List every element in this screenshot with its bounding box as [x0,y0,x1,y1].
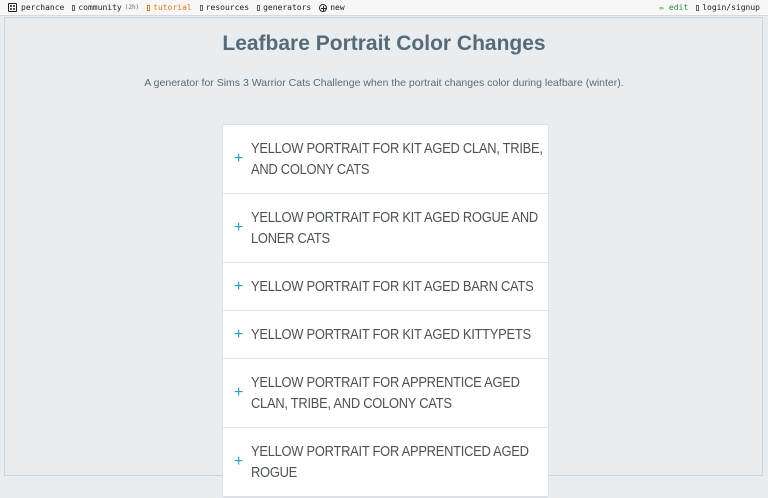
accordion-item[interactable]: + Yellow Portrait for Kit aged Kittypets [223,311,548,359]
nav-perchance[interactable]: perchance [8,3,64,12]
nav-generators[interactable]: generators [257,3,311,12]
nav-community-label: community [78,3,122,12]
nav-resources-label: resources [205,3,250,12]
generators-icon [257,4,261,11]
nav-edit[interactable]: ✏ edit [659,3,688,12]
nav-new[interactable]: new [319,3,345,12]
dice-icon [8,3,17,12]
top-nav-bar: perchance community (2h) tutorial resour… [0,0,768,16]
nav-tutorial-label: tutorial [153,3,192,12]
nav-tutorial[interactable]: tutorial [147,3,192,12]
accordion-item-label: Yellow Portrait for Kit aged Clan, Tribe… [251,140,543,178]
nav-community[interactable]: community (2h) [72,3,139,12]
accordion-item[interactable]: + Yellow Portrait for Apprenticed aged R… [223,428,548,497]
nav-login[interactable]: login/signup [696,3,760,12]
accordion-item-label: Yellow Portrait for Kit aged Barn Cats [251,278,534,295]
page-title: Leafbare Portrait Color Changes [222,32,546,55]
accordion-item[interactable]: + Yellow Portrait for Apprentice aged Cl… [223,359,548,428]
accordion-item[interactable]: + Yellow Portrait for Kit aged Barn Cats [223,263,548,311]
expand-plus-icon: + [234,384,244,401]
accordion-list: + Yellow Portrait for Kit aged Clan, Tri… [222,124,549,498]
expand-plus-icon: + [234,150,244,167]
accordion-item-label: Yellow Portrait for Apprentice aged Clan… [251,374,520,412]
community-count: (2h) [124,4,140,11]
expand-plus-icon: + [234,325,244,343]
add-circle-icon [319,3,328,12]
accordion-item-label: Yellow Portrait for Apprenticed aged Rog… [251,443,529,481]
expand-plus-icon: + [234,219,244,236]
accordion-item[interactable]: + Yellow Portrait for Kit aged Rogue and… [223,194,548,263]
accordion-item[interactable]: + Yellow Portrait for Kit aged Clan, Tri… [223,125,548,194]
nav-generators-label: generators [263,3,312,12]
nav-new-label: new [330,3,345,12]
expand-plus-icon: + [234,277,244,295]
nav-edit-label: ✏ edit [659,3,689,12]
expand-plus-icon: + [234,453,244,470]
page-description: A generator for Sims 3 Warrior Cats Chal… [144,77,624,89]
login-icon [696,4,700,11]
accordion-item-label: Yellow Portrait for Kit aged Kittypets [251,326,531,343]
accordion-item-label: Yellow Portrait for Kit aged Rogue and L… [251,209,538,247]
tutorial-icon [147,4,151,11]
nav-perchance-label: perchance [21,3,65,12]
nav-login-label: login/signup [702,3,760,12]
nav-resources[interactable]: resources [199,3,250,12]
community-icon [72,4,76,11]
resources-icon [199,4,203,11]
